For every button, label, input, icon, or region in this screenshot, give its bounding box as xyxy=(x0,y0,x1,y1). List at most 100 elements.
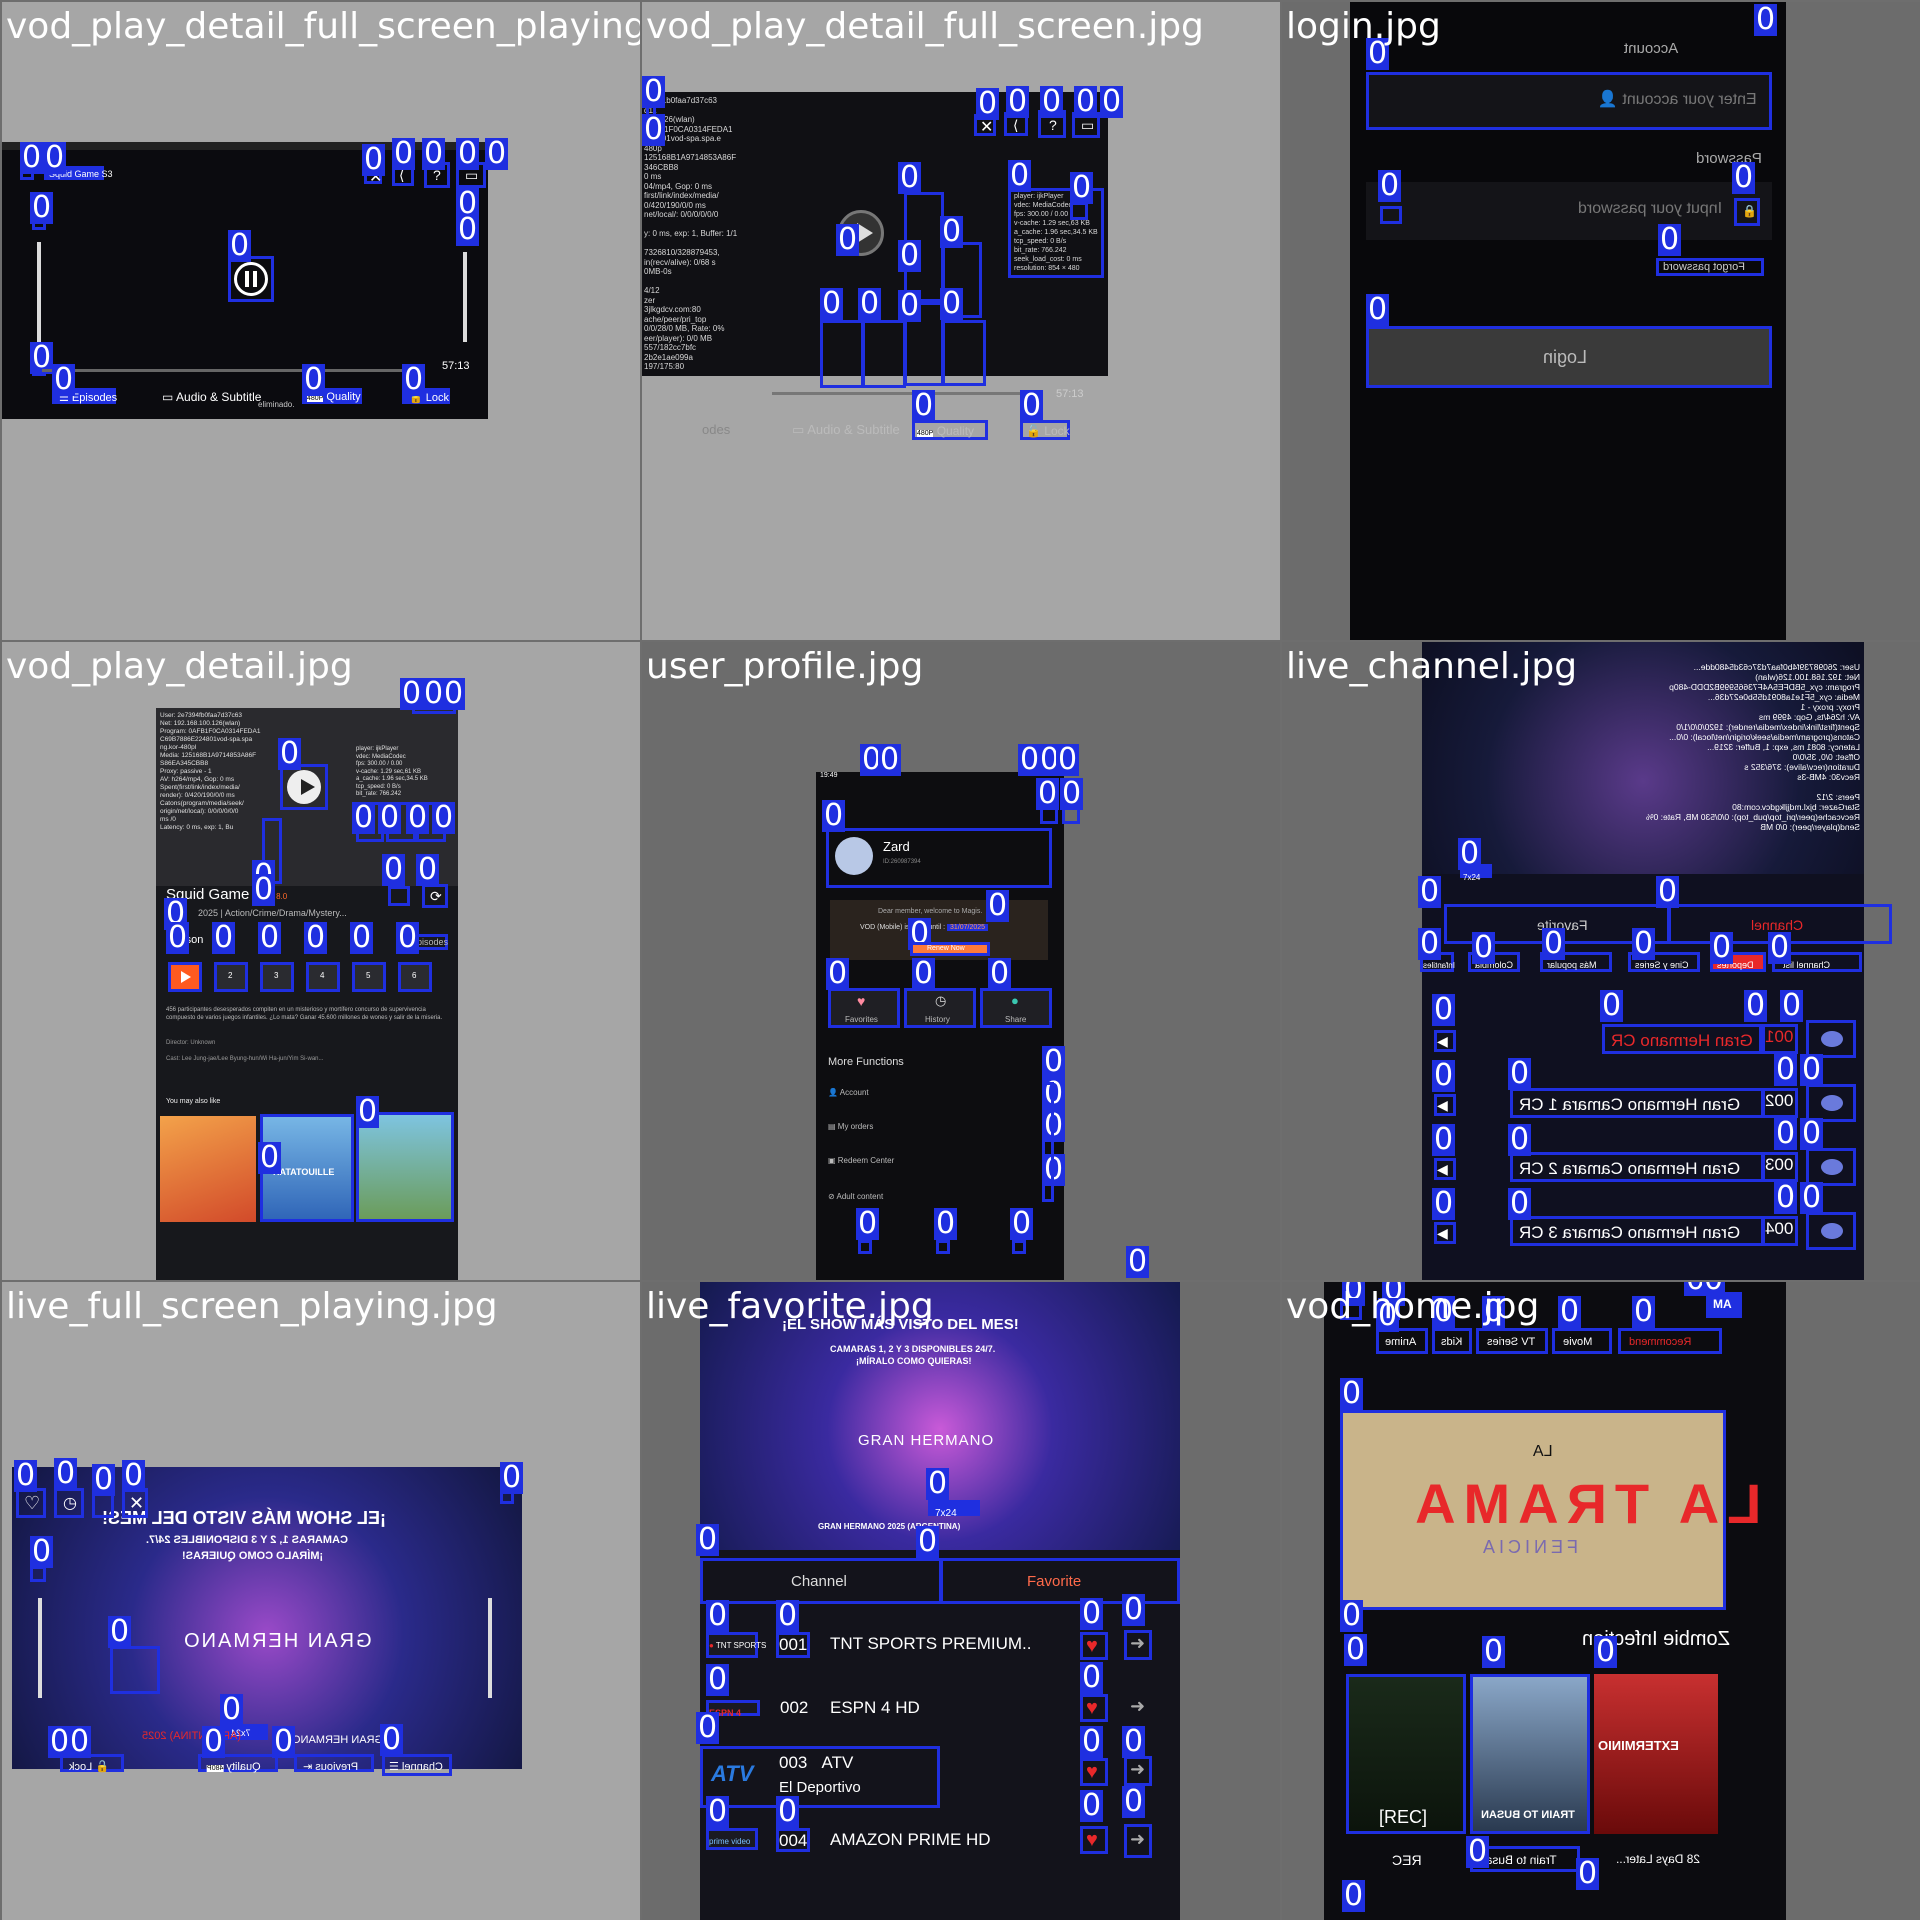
tile-user-profile: user_profile.jpg 19:49 0 0 0 0 0 0 0 Zar… xyxy=(642,642,1280,1280)
progress-track[interactable] xyxy=(772,392,1042,395)
download-icon[interactable] xyxy=(388,886,410,906)
banner[interactable]: LA LA TRAMA FENICIA xyxy=(1340,1410,1761,1610)
favorite-heart-4[interactable]: ♥ xyxy=(1080,1826,1108,1854)
tile-live-fullscreen-playing: live_full_screen_playing.jpg ¡EL SHOW MÁ… xyxy=(2,1282,640,1920)
channel-button[interactable]: Channel ☰ xyxy=(382,1754,452,1776)
quality-button[interactable]: Quality 480P xyxy=(198,1754,278,1773)
quality-button[interactable]: 480P Quality xyxy=(912,420,988,440)
channel-num-1: 001 xyxy=(1762,1024,1798,1054)
cast: Cast: Lee Jung-jae/Lee Byung-hun/Wi Ha-j… xyxy=(166,1056,324,1062)
channel-num-2: 002 xyxy=(780,1698,809,1717)
channel-logo-4 xyxy=(1806,1212,1856,1250)
enter-icon-1[interactable]: ➜ xyxy=(1124,1630,1152,1660)
tile-vod-fullscreen: vod_play_detail_full_screen.jpg 73941b0f… xyxy=(642,2,1280,640)
tab-recommend[interactable]: Recommend xyxy=(1618,1328,1722,1354)
subline2: ¡MÍRALO COMO QUIERAS! xyxy=(182,1550,324,1562)
share-button[interactable]: ● Share xyxy=(980,988,1052,1028)
channel-name-4[interactable]: AMAZON PRIME HD xyxy=(830,1830,991,1850)
channel-row-3[interactable]: Gran Hermano Camara 2 CR xyxy=(1510,1152,1764,1182)
channel-num-2: 002 xyxy=(1762,1088,1798,1118)
audio-subtitle-button[interactable]: ▭ Audio & Subtitle xyxy=(162,390,261,404)
account-input[interactable]: Enter your account 👤 xyxy=(1366,72,1772,130)
poster-caption-28days: 28 Days Later... xyxy=(1616,1852,1701,1866)
favorite-heart-3[interactable]: ♥ xyxy=(1080,1758,1108,1786)
tile-label: user_profile.jpg xyxy=(646,646,924,687)
favorite-heart-1[interactable]: ♥ xyxy=(1080,1632,1108,1660)
enter-icon-4[interactable]: ➜ xyxy=(1124,1824,1152,1858)
password-input[interactable]: Input your password xyxy=(1366,182,1772,240)
channel-row-1[interactable]: Gran Hermano CR xyxy=(1602,1024,1762,1054)
channel-row-3[interactable]: ATV 003 ATV El Deportivo xyxy=(700,1746,940,1808)
favorites-button[interactable]: ♥ Favorites xyxy=(828,988,900,1028)
volume-slider[interactable] xyxy=(38,1598,42,1698)
enter-icon-2[interactable]: ➜ xyxy=(1130,1696,1145,1717)
poster-28-days-later[interactable]: EXTERMINIO xyxy=(1594,1674,1718,1834)
poster-rec[interactable]: [REC] xyxy=(1346,1674,1466,1834)
episode-button-5[interactable]: 5 xyxy=(352,962,386,992)
menu-my-orders[interactable]: ▤ My orders xyxy=(828,1122,873,1131)
tab-kids[interactable]: Kids xyxy=(1432,1328,1472,1354)
lock-icon: 🔒 xyxy=(1734,198,1760,226)
channel-name-2[interactable]: ESPN 4 HD xyxy=(830,1698,920,1718)
show-logo: GRAN HERMANO xyxy=(182,1630,372,1652)
duration: 57:13 xyxy=(1056,388,1084,400)
favorite-heart-2[interactable]: ♥ xyxy=(1080,1694,1108,1722)
enter-icon-3[interactable]: ➜ xyxy=(1124,1756,1152,1786)
play-icon-row-2[interactable]: ◀ xyxy=(1434,1094,1456,1116)
episode-button-3[interactable]: 3 xyxy=(260,962,294,992)
poster-1[interactable] xyxy=(160,1116,256,1222)
channel-num-4: 004 xyxy=(776,1828,810,1852)
forgot-password-link[interactable]: Forgot password xyxy=(1656,258,1764,276)
login-button[interactable]: Login xyxy=(1366,326,1772,388)
tab-movie[interactable]: Movie xyxy=(1552,1328,1612,1354)
episode-thumb[interactable] xyxy=(820,320,864,388)
episode-button-1[interactable] xyxy=(168,962,202,992)
refresh-icon[interactable]: ⟳ xyxy=(422,884,448,908)
history-icon[interactable]: ◷ xyxy=(54,1488,84,1518)
menu-redeem-center[interactable]: ▣ Redeem Center xyxy=(828,1156,894,1165)
nav-home[interactable] xyxy=(858,1240,872,1254)
tab-anime[interactable]: Anime xyxy=(1376,1328,1428,1354)
show-password-icon[interactable] xyxy=(1380,206,1402,224)
tile-label: live_channel.jpg xyxy=(1286,646,1578,687)
episode-button-4[interactable]: 4 xyxy=(306,962,340,992)
more-functions-title: More Functions xyxy=(828,1056,904,1068)
channel-logo-3: ATV xyxy=(711,1761,754,1786)
nav-live[interactable] xyxy=(936,1240,950,1254)
user-card[interactable]: Zard ID:260987394 xyxy=(826,828,1052,888)
episode-button-6[interactable]: 6 xyxy=(398,962,432,992)
progress-track[interactable] xyxy=(42,369,422,372)
channel-row-2[interactable]: Gran Hermano Camara 1 CR xyxy=(1510,1088,1764,1118)
tab-tv-series[interactable]: TV Series xyxy=(1476,1328,1548,1354)
renew-button[interactable]: Renew Now xyxy=(910,942,990,956)
channel-num-3: 003 xyxy=(1762,1152,1798,1182)
history-button[interactable]: ◷ History xyxy=(904,988,976,1028)
previous-button[interactable]: Previous ⇤ xyxy=(294,1754,374,1773)
episodes-partial[interactable]: odes xyxy=(702,422,730,437)
play-icon-row-4[interactable]: ◀ xyxy=(1434,1222,1456,1244)
live-badge: 7x24 xyxy=(928,1500,980,1519)
tile-live-channel: live_channel.jpg User: 26098739f4b0faa7d… xyxy=(1282,642,1920,1280)
poster-train-to-busan[interactable]: TRAIN TO BUSAN xyxy=(1470,1674,1590,1834)
menu-adult-content[interactable]: ⊘ Adult content xyxy=(828,1192,883,1201)
lock-button[interactable]: 🔓 Lock xyxy=(1020,420,1070,440)
play-icon-row-1[interactable]: ◀ xyxy=(1434,1030,1456,1052)
episode-thumb[interactable] xyxy=(862,320,906,388)
subline: CAMARAS 1, 2 Y 3 DISPONIBLES 24/7. xyxy=(830,1344,996,1354)
episode-button-2[interactable]: 2 xyxy=(214,962,248,992)
channel-row-4[interactable]: Gran Hermano Camara 3 CR xyxy=(1510,1216,1764,1246)
channel-name-1[interactable]: TNT SPORTS PREMIUM.. xyxy=(830,1634,1032,1654)
episode-thumb[interactable] xyxy=(942,320,986,386)
audio-subtitle-button[interactable]: ▭ Audio & Subtitle xyxy=(792,422,900,438)
channel-num-4: 004 xyxy=(1762,1216,1798,1246)
brightness-slider[interactable] xyxy=(488,1598,492,1698)
status-time: 19:49 xyxy=(820,772,838,779)
tab-channel[interactable]: Channel xyxy=(700,1558,942,1604)
play-icon-row-3[interactable]: ◀ xyxy=(1434,1158,1456,1180)
volume-slider[interactable] xyxy=(463,252,467,342)
video-meta: 2025 | Action/Crime/Drama/Mystery... xyxy=(198,908,347,918)
lock-button[interactable]: 🔓 Lock xyxy=(60,1754,124,1773)
nav-profile[interactable] xyxy=(1012,1240,1026,1254)
menu-account[interactable]: 👤 Account xyxy=(828,1088,869,1097)
chevron-right-icon[interactable] xyxy=(1042,1082,1054,1202)
